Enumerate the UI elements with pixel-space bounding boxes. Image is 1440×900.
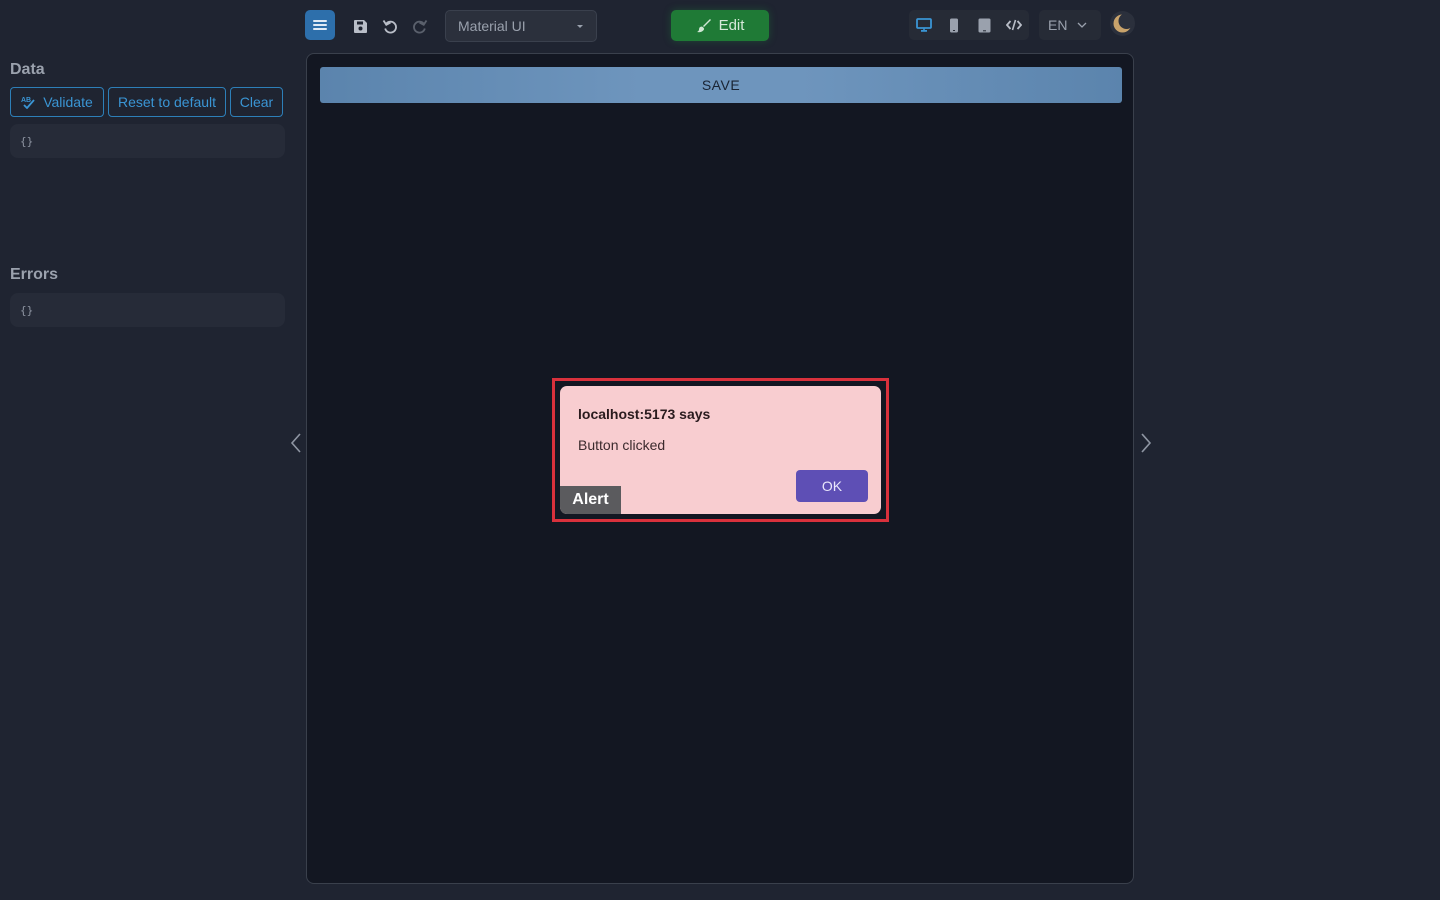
redo-icon <box>413 20 428 34</box>
alert-highlight-frame: localhost:5173 says Button clicked OK Al… <box>552 378 889 522</box>
desktop-icon <box>916 18 932 32</box>
code-view-button[interactable] <box>999 10 1029 40</box>
menu-icon <box>313 20 327 30</box>
form-save-button[interactable]: SAVE <box>320 67 1122 103</box>
edit-label: Edit <box>718 17 745 34</box>
desktop-view-button[interactable] <box>909 10 939 40</box>
save-icon <box>353 19 367 33</box>
paintbrush-icon <box>696 19 711 33</box>
errors-json-view[interactable]: {} <box>10 293 285 327</box>
language-value: EN <box>1048 17 1068 33</box>
clear-label: Clear <box>239 94 274 110</box>
validate-button[interactable]: AB Validate <box>10 87 104 117</box>
device-preview-group <box>909 10 1029 40</box>
alert-origin: localhost:5173 says <box>578 406 711 422</box>
ui-library-select[interactable]: Material UI <box>445 10 597 42</box>
chevron-right-icon[interactable] <box>1139 432 1153 454</box>
tablet-icon <box>978 18 990 32</box>
alert-message: Button clicked <box>578 437 666 453</box>
edit-button[interactable]: Edit <box>671 10 769 41</box>
data-json-content: {} <box>20 135 34 148</box>
phone-icon <box>950 18 958 32</box>
language-select[interactable]: EN <box>1039 10 1101 40</box>
svg-text:AB: AB <box>21 97 31 104</box>
alert-ok-button[interactable]: OK <box>796 470 868 502</box>
undo-button[interactable] <box>376 11 404 41</box>
errors-json-content: {} <box>20 304 34 317</box>
alert-dialog: localhost:5173 says Button clicked OK Al… <box>560 386 881 514</box>
alert-tag: Alert <box>560 486 621 514</box>
data-section-title: Data <box>10 61 45 78</box>
undo-icon <box>382 20 397 34</box>
moon-icon <box>1113 13 1135 33</box>
chevron-down-icon <box>1077 22 1087 28</box>
redo-button[interactable] <box>406 11 434 41</box>
reset-to-default-button[interactable]: Reset to default <box>108 87 226 117</box>
chevron-down-icon <box>577 25 583 28</box>
menu-button[interactable] <box>305 10 335 40</box>
chevron-left-icon[interactable] <box>289 432 303 454</box>
spellcheck-icon: AB <box>21 97 35 109</box>
form-save-label: SAVE <box>701 77 741 93</box>
mobile-view-button[interactable] <box>939 10 969 40</box>
save-file-button[interactable] <box>346 11 374 41</box>
validate-label: Validate <box>43 94 93 110</box>
code-icon <box>1006 19 1022 31</box>
reset-label: Reset to default <box>117 94 217 110</box>
data-json-view[interactable]: {} <box>10 124 285 158</box>
alert-ok-label: OK <box>821 478 843 494</box>
tablet-view-button[interactable] <box>969 10 999 40</box>
theme-toggle[interactable] <box>1110 11 1135 36</box>
errors-section-title: Errors <box>10 266 59 283</box>
ui-library-value: Material UI <box>458 18 526 34</box>
clear-button[interactable]: Clear <box>230 87 283 117</box>
